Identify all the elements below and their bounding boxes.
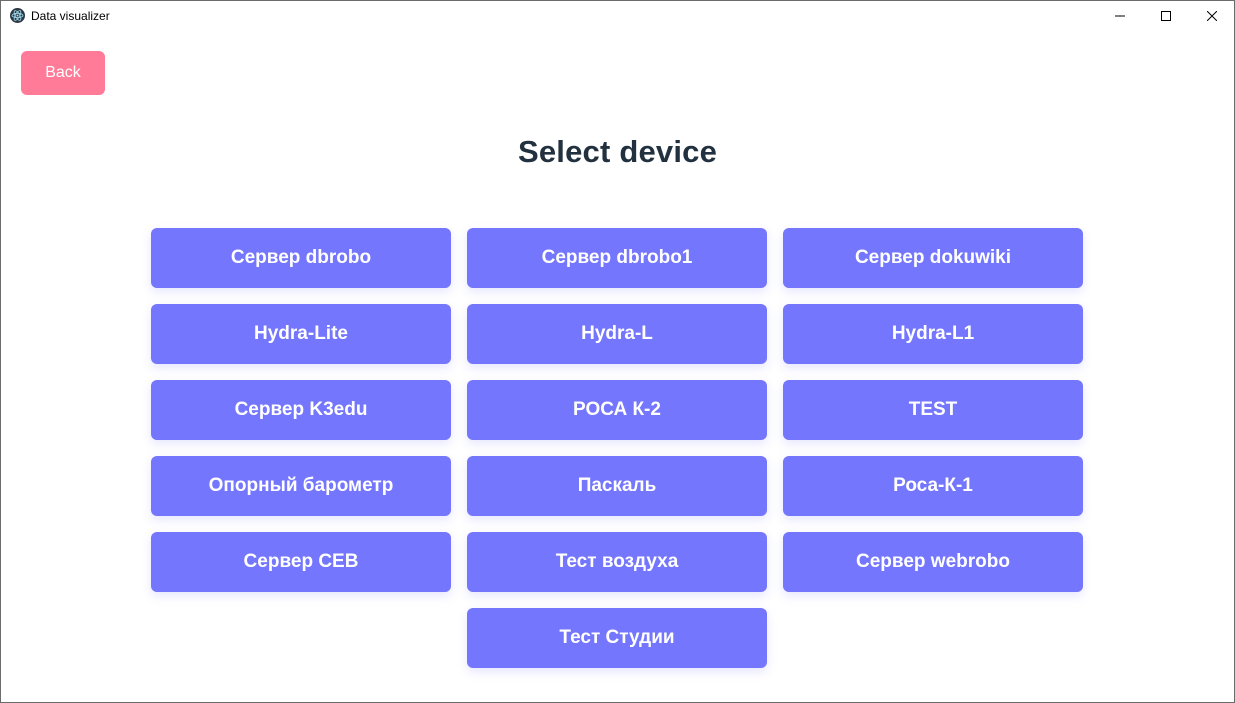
maximize-icon [1161, 11, 1171, 21]
device-button[interactable]: TEST [783, 380, 1083, 440]
device-button[interactable]: Сервер webrobo [783, 532, 1083, 592]
device-button[interactable]: Сервер СЕВ [151, 532, 451, 592]
maximize-button[interactable] [1143, 1, 1189, 31]
device-button[interactable]: Hydra-L1 [783, 304, 1083, 364]
close-button[interactable] [1189, 1, 1235, 31]
minimize-icon [1115, 15, 1125, 17]
device-button[interactable]: Сервер dokuwiki [783, 228, 1083, 288]
app-window: Data visualizer Back Select device Серве… [0, 0, 1235, 703]
close-icon [1207, 11, 1217, 21]
device-button[interactable]: РОСА К-2 [467, 380, 767, 440]
device-grid: Сервер dbrobo Сервер dbrobo1 Сервер doku… [151, 228, 1083, 668]
window-title: Data visualizer [31, 9, 110, 23]
title-bar[interactable]: Data visualizer [1, 1, 1234, 31]
device-button[interactable]: Тест воздуха [467, 532, 767, 592]
device-button[interactable]: Hydra-Lite [151, 304, 451, 364]
back-button[interactable]: Back [21, 51, 105, 95]
device-button[interactable]: Сервер dbrobo1 [467, 228, 767, 288]
device-button[interactable]: Паскаль [467, 456, 767, 516]
device-button[interactable]: Тест Студии [467, 608, 767, 668]
device-button[interactable]: Сервер K3edu [151, 380, 451, 440]
page-title: Select device [517, 134, 718, 169]
electron-atom-icon [10, 8, 25, 23]
device-button[interactable]: Hydra-L [467, 304, 767, 364]
minimize-button[interactable] [1097, 1, 1143, 31]
device-button[interactable]: Опорный барометр [151, 456, 451, 516]
device-button[interactable]: Сервер dbrobo [151, 228, 451, 288]
device-button[interactable]: Роса-К-1 [783, 456, 1083, 516]
